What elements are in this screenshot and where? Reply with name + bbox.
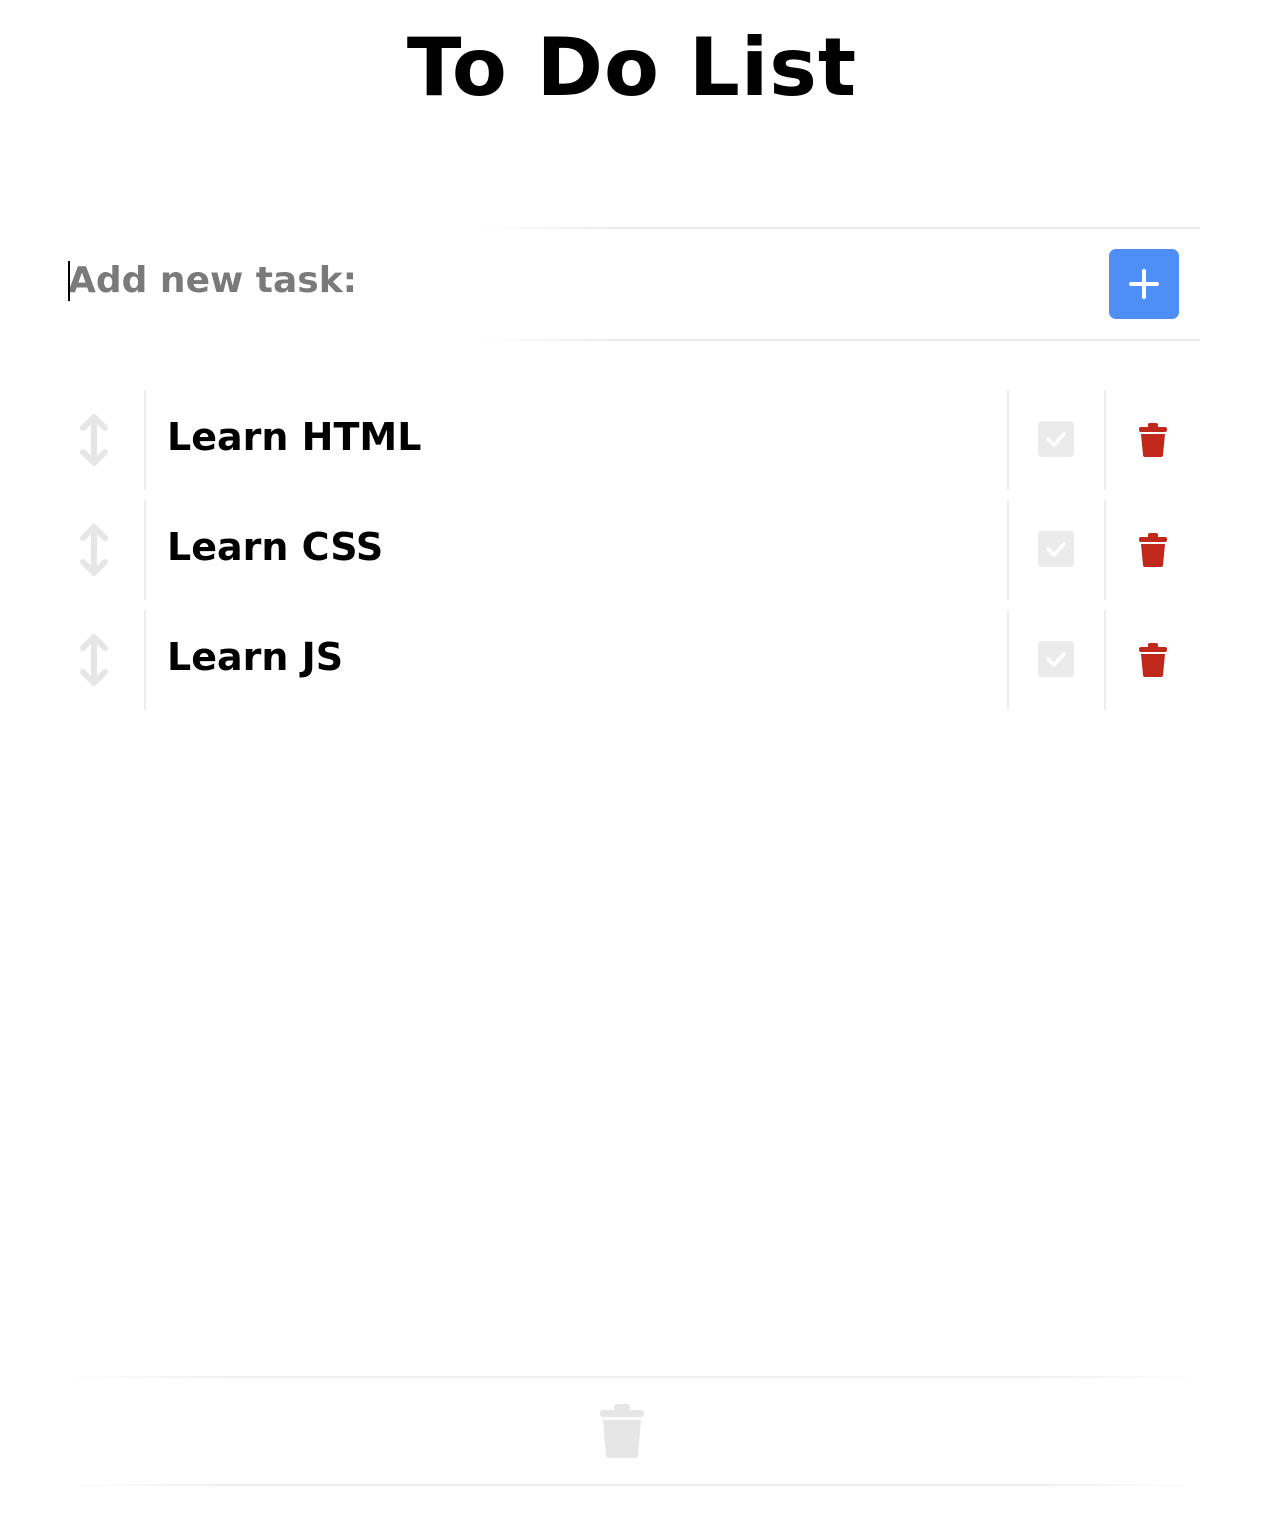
footer-bottom-divider (60, 1484, 1204, 1486)
check-icon (1046, 542, 1066, 557)
drag-handle[interactable] (64, 390, 124, 490)
todo-app: To Do List Learn HTML (0, 0, 1264, 1514)
plus-icon (1129, 269, 1159, 299)
task-label: Learn JS (167, 635, 344, 679)
text-caret (68, 261, 70, 301)
delete-task-button[interactable] (1133, 418, 1173, 462)
footer-top-divider (60, 1376, 1204, 1378)
up-down-arrow-icon (80, 524, 108, 576)
complete-task-button[interactable] (1038, 531, 1074, 567)
page-title: To Do List (406, 21, 858, 114)
column-divider (1104, 390, 1106, 490)
task-item: Learn HTML (0, 390, 1264, 490)
drop-to-delete-zone[interactable] (597, 1402, 647, 1460)
trash-icon (1139, 643, 1167, 677)
column-divider (1007, 500, 1009, 600)
task-item: Learn CSS (0, 500, 1264, 600)
complete-task-button[interactable] (1038, 641, 1074, 677)
delete-task-button[interactable] (1133, 638, 1173, 682)
add-task-input[interactable] (68, 250, 1088, 310)
check-icon (1046, 432, 1066, 447)
drag-handle[interactable] (64, 610, 124, 710)
up-down-arrow-icon (80, 634, 108, 686)
column-divider (1104, 500, 1106, 600)
task-label: Learn CSS (167, 525, 384, 569)
add-task-bottom-divider (470, 339, 1200, 341)
delete-task-button[interactable] (1133, 528, 1173, 572)
check-icon (1046, 652, 1066, 667)
column-divider (144, 500, 146, 600)
drag-handle[interactable] (64, 500, 124, 600)
add-task-button[interactable] (1109, 249, 1179, 319)
trash-icon (1139, 533, 1167, 567)
column-divider (1007, 610, 1009, 710)
column-divider (1007, 390, 1009, 490)
complete-task-button[interactable] (1038, 421, 1074, 457)
trash-icon (1139, 423, 1167, 457)
add-task-top-divider (470, 227, 1200, 229)
task-list: Learn HTML Learn CSS Learn JS (0, 390, 1264, 720)
task-label: Learn HTML (167, 415, 422, 459)
column-divider (144, 390, 146, 490)
column-divider (144, 610, 146, 710)
column-divider (1104, 610, 1106, 710)
trash-icon (600, 1404, 644, 1458)
up-down-arrow-icon (80, 414, 108, 466)
task-item: Learn JS (0, 610, 1264, 710)
